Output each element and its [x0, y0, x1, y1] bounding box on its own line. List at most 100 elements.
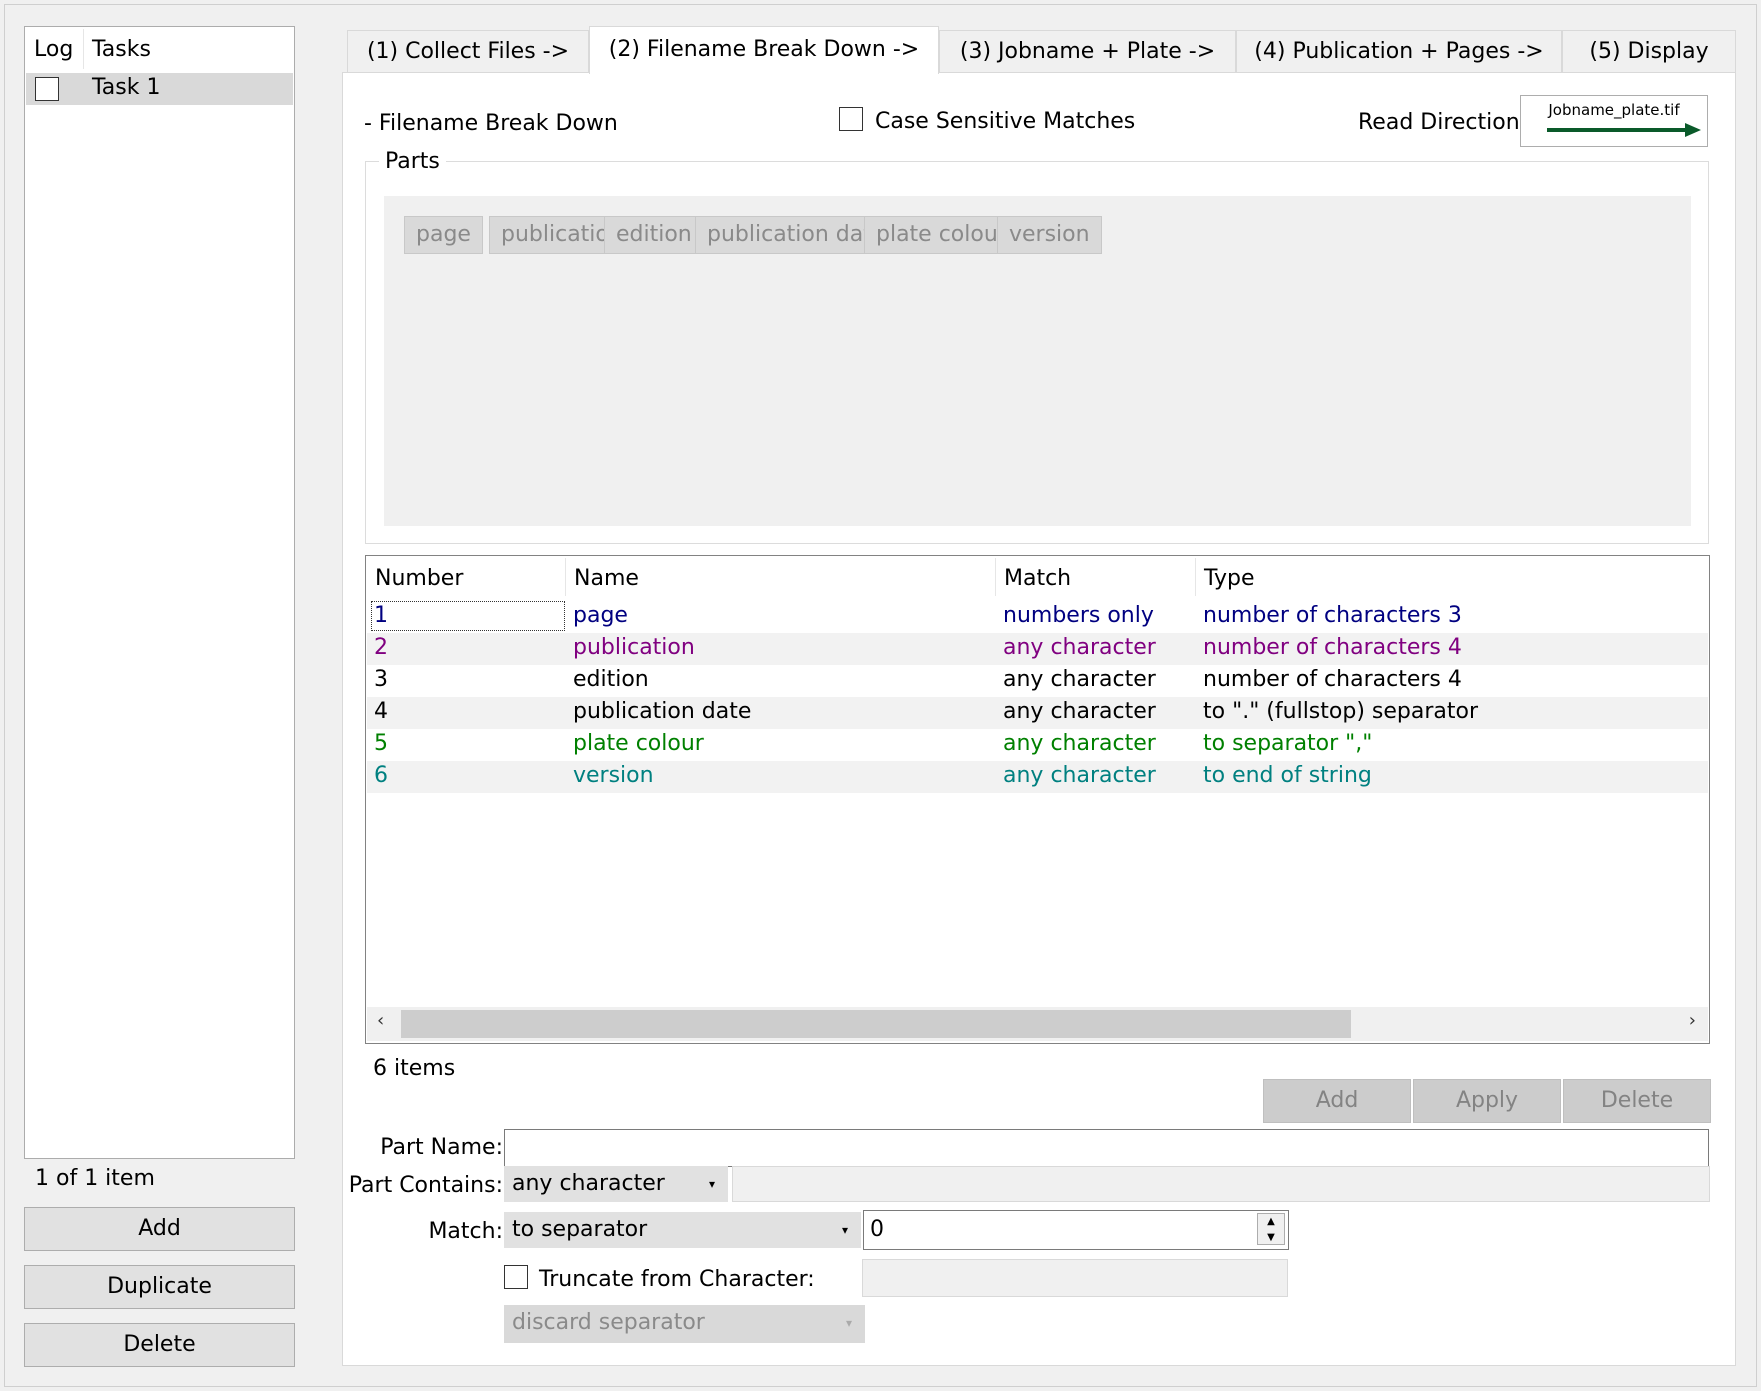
part-contains-extra-input[interactable] — [732, 1166, 1710, 1202]
column-separator — [995, 558, 996, 596]
read-direction-label: Read Direction: — [1358, 110, 1528, 135]
cell-match: any character — [1003, 635, 1156, 660]
part-contains-select[interactable]: any character ▾ — [504, 1166, 728, 1202]
tab-publication-pages[interactable]: (4) Publication + Pages -> — [1236, 30, 1562, 72]
arrow-right-icon — [1547, 123, 1701, 137]
match-number-value: 0 — [870, 1217, 884, 1242]
table-row[interactable]: 3 edition any character number of charac… — [367, 665, 1708, 697]
col-header-type[interactable]: Type — [1204, 566, 1255, 591]
task-count: 1 of 1 item — [35, 1166, 155, 1191]
part-chip-page[interactable]: page — [404, 216, 483, 254]
truncate-label[interactable]: Truncate from Character: — [539, 1267, 815, 1292]
cell-type: to end of string — [1203, 763, 1372, 788]
tab-page-filename-break-down: - Filename Break Down Case Sensitive Mat… — [342, 72, 1736, 1366]
part-chip-version[interactable]: version — [997, 216, 1102, 254]
header-separator — [83, 29, 84, 69]
task-list[interactable]: Log Tasks Task 1 — [24, 26, 295, 1159]
spin-up-icon[interactable]: ▲ — [1258, 1214, 1284, 1229]
spin-buttons[interactable]: ▲ ▼ — [1257, 1213, 1285, 1245]
delete-task-button[interactable]: Delete — [24, 1323, 295, 1367]
chevron-down-icon: ▾ — [708, 1177, 715, 1191]
column-separator — [565, 558, 566, 596]
part-name-input[interactable] — [504, 1129, 1709, 1167]
parts-table[interactable]: Number Name Match Type 1 page numbers on… — [365, 555, 1710, 1044]
chevron-down-icon: ▾ — [845, 1316, 852, 1330]
col-header-number[interactable]: Number — [375, 566, 463, 591]
horizontal-scrollbar[interactable]: ‹ › — [367, 1007, 1708, 1041]
part-chip-plate-colour[interactable]: plate colour — [864, 216, 1019, 254]
read-direction-button[interactable]: Jobname_plate.tif — [1520, 95, 1708, 147]
cell-type: to "." (fullstop) separator — [1203, 699, 1478, 724]
cell-number: 4 — [374, 699, 388, 724]
tab-jobname-plate[interactable]: (3) Jobname + Plate -> — [939, 30, 1236, 72]
delete-part-button[interactable]: Delete — [1563, 1079, 1711, 1123]
cell-match: any character — [1003, 763, 1156, 788]
part-name-label: Part Name: — [380, 1135, 503, 1160]
cell-number: 5 — [374, 731, 388, 756]
cell-match: any character — [1003, 667, 1156, 692]
task-row[interactable]: Task 1 — [26, 73, 293, 105]
focus-rect — [371, 601, 565, 631]
section-title: - Filename Break Down — [364, 111, 618, 136]
match-value: to separator — [512, 1217, 648, 1242]
part-contains-value: any character — [512, 1171, 665, 1196]
tab-display[interactable]: (5) Display — [1562, 30, 1736, 72]
cell-type: to separator "," — [1203, 731, 1373, 756]
task-label: Task 1 — [92, 75, 161, 100]
table-row[interactable]: 5 plate colour any character to separato… — [367, 729, 1708, 761]
cell-match: any character — [1003, 731, 1156, 756]
tab-filename-break-down[interactable]: (2) Filename Break Down -> — [589, 26, 939, 74]
match-select[interactable]: to separator ▾ — [504, 1212, 861, 1248]
table-row[interactable]: 4 publication date any character to "." … — [367, 697, 1708, 729]
cell-number: 2 — [374, 635, 388, 660]
apply-button[interactable]: Apply — [1413, 1079, 1561, 1123]
items-count: 6 items — [373, 1056, 456, 1081]
parts-area: page publication edition publication dat… — [384, 196, 1691, 526]
add-part-button[interactable]: Add — [1263, 1079, 1411, 1123]
part-chip-edition[interactable]: edition — [604, 216, 704, 254]
spin-down-icon[interactable]: ▼ — [1258, 1230, 1284, 1245]
cell-name: version — [573, 763, 654, 788]
cell-type: number of characters 3 — [1203, 603, 1462, 628]
cell-match: any character — [1003, 699, 1156, 724]
cell-number: 3 — [374, 667, 388, 692]
cell-type: number of characters 4 — [1203, 667, 1462, 692]
cell-name: edition — [573, 667, 649, 692]
task-list-header: Log Tasks — [25, 27, 294, 71]
truncate-input[interactable] — [862, 1259, 1288, 1297]
table-row[interactable]: 2 publication any character number of ch… — [367, 633, 1708, 665]
truncate-checkbox[interactable] — [504, 1265, 528, 1289]
header-log[interactable]: Log — [34, 37, 73, 62]
case-sensitive-checkbox[interactable] — [839, 107, 863, 131]
separator-select[interactable]: discard separator ▾ — [504, 1305, 865, 1343]
col-header-name[interactable]: Name — [574, 566, 639, 591]
column-separator — [1195, 558, 1196, 596]
separator-value: discard separator — [512, 1310, 705, 1335]
scrollbar-thumb[interactable] — [401, 1010, 1351, 1038]
table-row[interactable]: 1 page numbers only number of characters… — [367, 601, 1708, 633]
table-row[interactable]: 6 version any character to end of string — [367, 761, 1708, 793]
tab-collect-files[interactable]: (1) Collect Files -> — [347, 30, 589, 72]
chevron-down-icon: ▾ — [841, 1223, 848, 1237]
col-header-match[interactable]: Match — [1004, 566, 1071, 591]
part-contains-label: Part Contains: — [348, 1173, 503, 1198]
duplicate-task-button[interactable]: Duplicate — [24, 1265, 295, 1309]
case-sensitive-label[interactable]: Case Sensitive Matches — [875, 109, 1135, 134]
cell-name: publication — [573, 635, 695, 660]
cell-name: publication date — [573, 699, 752, 724]
read-direction-example: Jobname_plate.tif — [1548, 101, 1680, 119]
header-tasks[interactable]: Tasks — [92, 37, 151, 62]
match-label: Match: — [428, 1219, 503, 1244]
task-log-checkbox[interactable] — [35, 77, 59, 101]
scroll-right-icon[interactable]: › — [1689, 1010, 1696, 1031]
cell-type: number of characters 4 — [1203, 635, 1462, 660]
cell-number: 6 — [374, 763, 388, 788]
cell-name: plate colour — [573, 731, 704, 756]
cell-number: 1 — [374, 603, 388, 628]
cell-match: numbers only — [1003, 603, 1154, 628]
cell-name: page — [573, 603, 628, 628]
match-number-spinbox[interactable]: 0 ▲ ▼ — [863, 1210, 1289, 1250]
scroll-left-icon[interactable]: ‹ — [377, 1010, 384, 1031]
add-task-button[interactable]: Add — [24, 1207, 295, 1251]
parts-title: Parts — [379, 149, 446, 174]
